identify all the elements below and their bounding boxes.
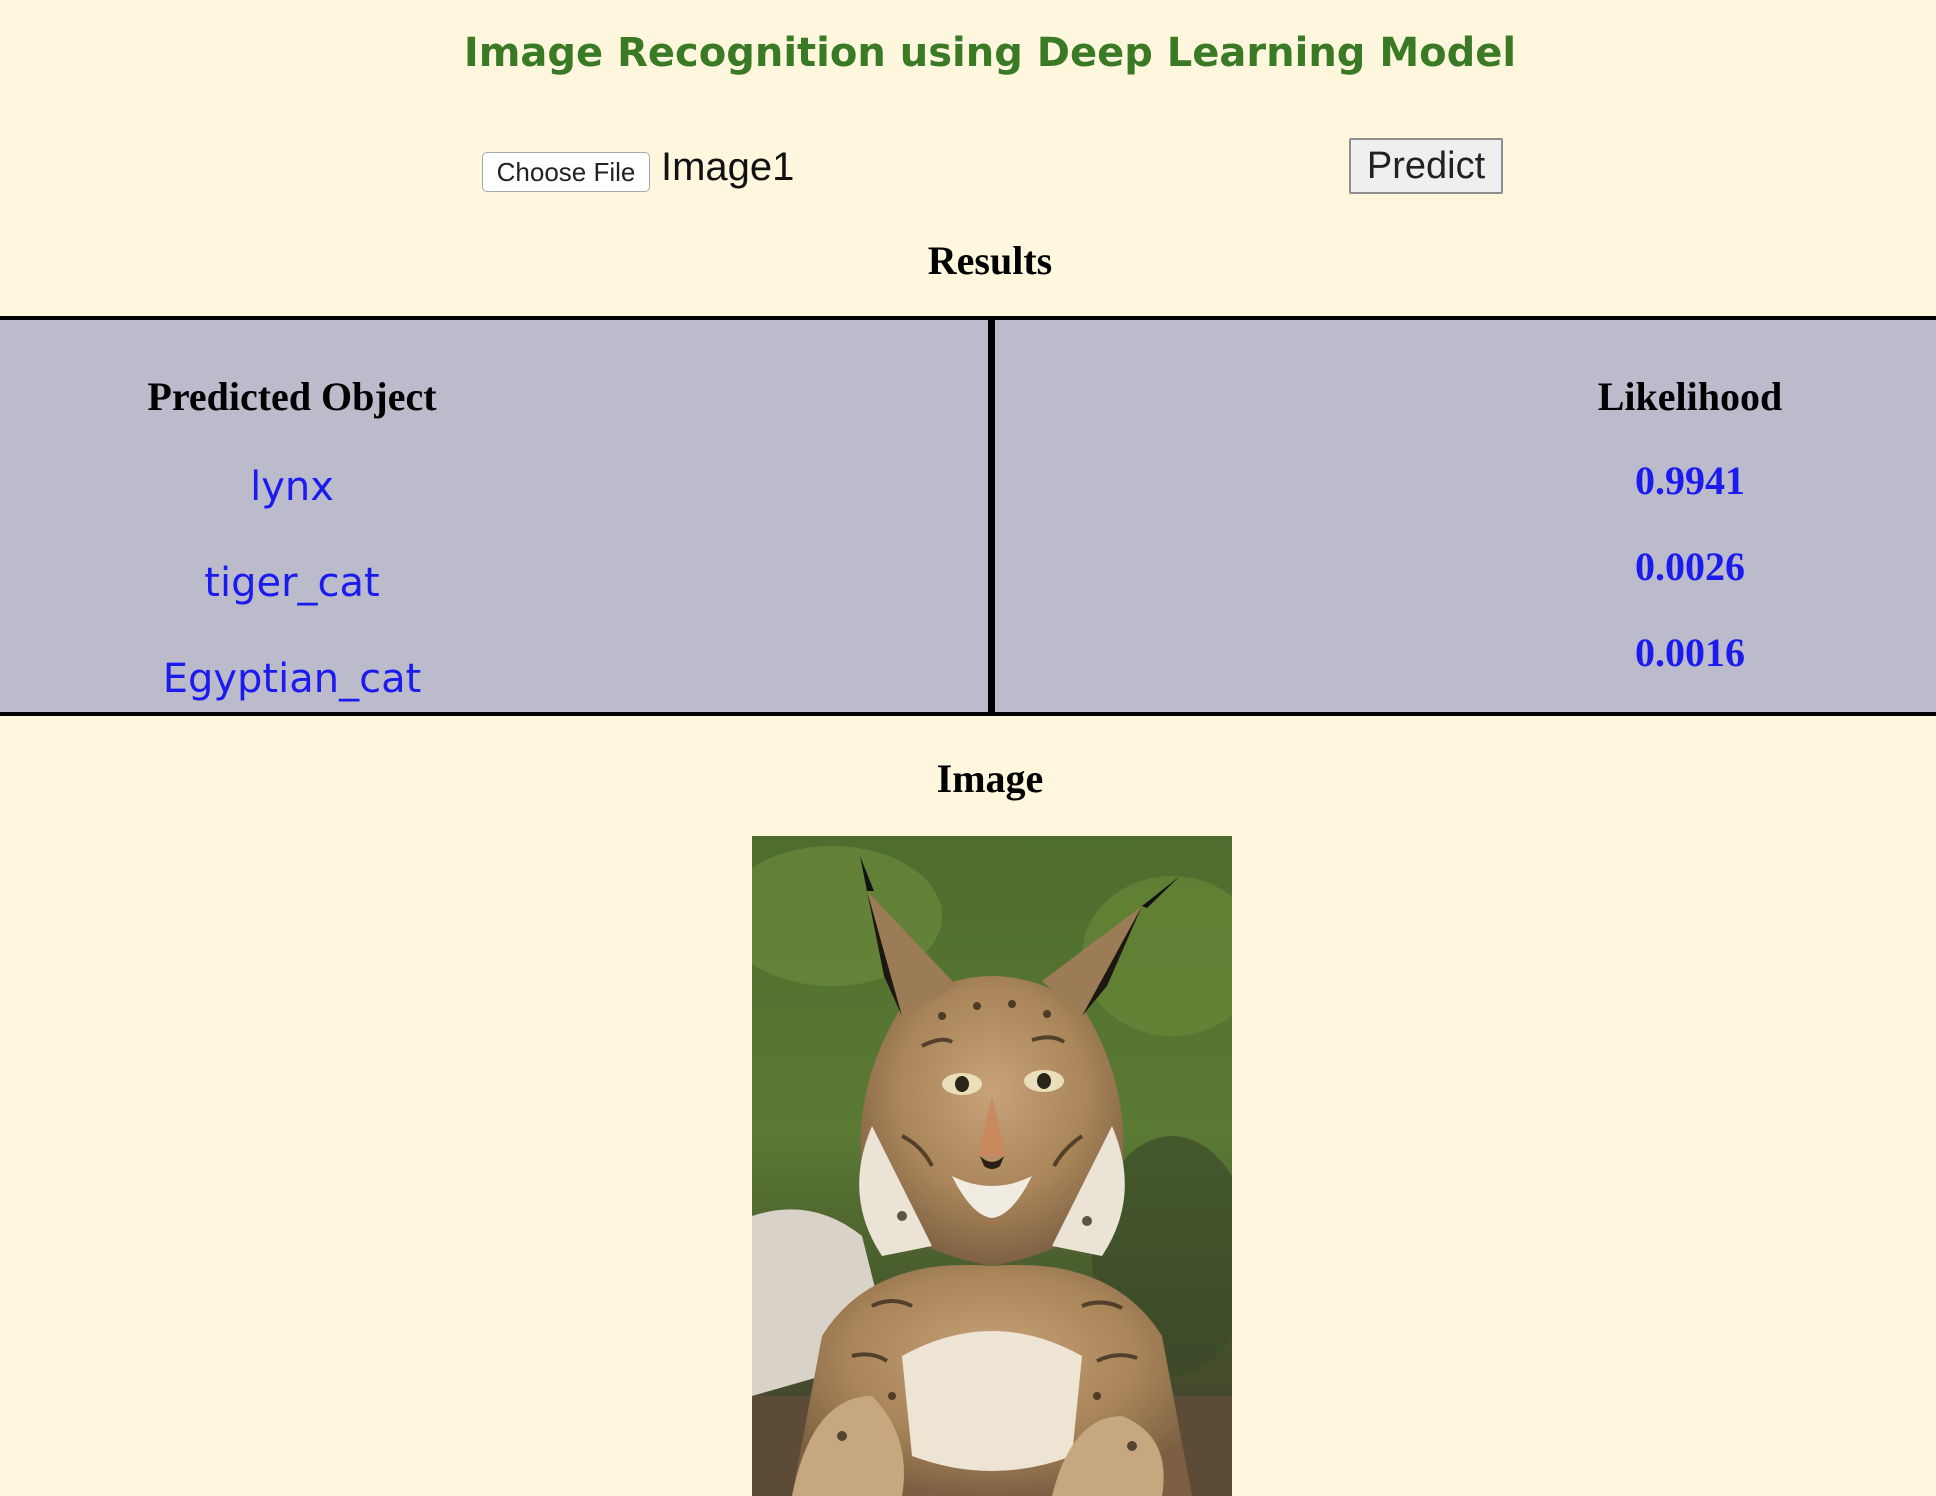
likelihood-3: 0.0016: [1635, 630, 1745, 675]
image-heading: Image: [936, 756, 1044, 801]
predict-button[interactable]: Predict: [1349, 138, 1503, 194]
choose-file-button[interactable]: Choose File: [482, 152, 650, 192]
selected-file-name: Image1: [661, 145, 795, 189]
likelihood-1: 0.9941: [1635, 458, 1745, 503]
likelihood-header: Likelihood: [1597, 374, 1783, 419]
results-table: Predicted Object Likelihood lynx tiger_c…: [0, 316, 1936, 716]
likelihood-2: 0.0026: [1635, 544, 1745, 589]
page-title: Image Recognition using Deep Learning Mo…: [463, 29, 1517, 76]
predicted-object-3: Egyptian_cat: [162, 656, 422, 702]
predicted-object-2: tiger_cat: [204, 560, 380, 606]
results-heading: Results: [927, 238, 1053, 283]
predicted-object-header: Predicted Object: [147, 374, 437, 419]
lynx-photo: [752, 836, 1232, 1496]
predicted-object-1: lynx: [250, 464, 334, 510]
column-divider: [988, 320, 995, 712]
upload-controls: Choose File Image1 Predict: [0, 138, 1936, 198]
